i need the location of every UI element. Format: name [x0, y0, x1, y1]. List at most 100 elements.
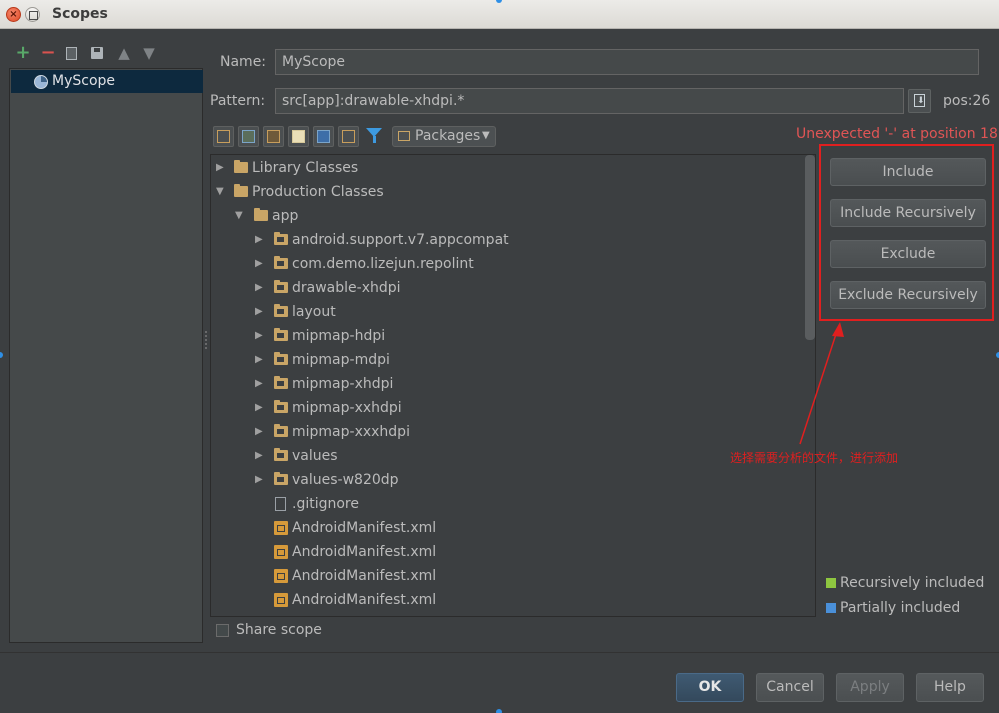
exclude-button[interactable]: Exclude [830, 240, 986, 268]
tree-row-package[interactable]: ▶ layout [211, 300, 801, 324]
partial-legend-swatch [826, 603, 836, 613]
show-modules-button[interactable] [238, 126, 259, 147]
package-folder-icon [274, 304, 288, 317]
expand-arrow-icon[interactable]: ▶ [255, 444, 265, 468]
tree-row-package[interactable]: ▶ com.demo.lizejun.repolint [211, 252, 801, 276]
tree-row-package[interactable]: ▶ values [211, 444, 801, 468]
save-scope-icon[interactable] [91, 47, 103, 59]
tree-row-package[interactable]: ▶ mipmap-hdpi [211, 324, 801, 348]
title-bar: × Scopes [0, 0, 999, 29]
package-folder-icon [274, 472, 288, 485]
splitter-handle[interactable] [204, 330, 208, 350]
tree-row-label: mipmap-xhdpi [292, 376, 394, 392]
package-folder-icon [274, 256, 288, 269]
pattern-label: Pattern: [210, 93, 266, 109]
scope-list: MyScope [9, 68, 203, 643]
chevron-down-icon: ▼ [482, 130, 490, 141]
maximize-window-button[interactable] [25, 7, 40, 22]
help-button[interactable]: Help [916, 673, 984, 702]
tree-row-file[interactable]: AndroidManifest.xml [211, 540, 801, 564]
tree-row-package[interactable]: ▶ mipmap-xxxhdpi [211, 420, 801, 444]
share-scope-checkbox[interactable] [216, 624, 229, 637]
collapse-arrow-icon[interactable]: ▼ [235, 204, 245, 228]
pattern-import-button[interactable]: ⬇ [908, 89, 931, 113]
expand-arrow-icon[interactable]: ▶ [255, 228, 265, 252]
tree-row-file[interactable]: AndroidManifest.xml [211, 516, 801, 540]
view-selector-dropdown[interactable]: Packages ▼ [392, 126, 496, 147]
xml-file-icon [274, 521, 288, 535]
tree-row-production-classes[interactable]: ▼ Production Classes [211, 180, 801, 204]
tree-row-file[interactable]: .gitignore [211, 492, 801, 516]
show-groups-button[interactable] [263, 126, 284, 147]
collapse-arrow-icon[interactable]: ▼ [216, 180, 226, 204]
compact-empty-middle-packages-button[interactable] [338, 126, 359, 147]
recursive-legend-swatch [826, 578, 836, 588]
tree-row-label: mipmap-xxxhdpi [292, 424, 410, 440]
expand-arrow-icon[interactable]: ▶ [255, 300, 265, 324]
include-button[interactable]: Include [830, 158, 986, 186]
tree-row-package[interactable]: ▶ mipmap-xhdpi [211, 372, 801, 396]
scope-list-item-myscope[interactable]: MyScope [11, 70, 203, 93]
tree-row-label: values-w820dp [292, 472, 399, 488]
expand-arrow-icon[interactable]: ▶ [255, 468, 265, 492]
tree-row-label: AndroidManifest.xml [292, 568, 437, 584]
expand-arrow-icon[interactable]: ▶ [255, 348, 265, 372]
scope-icon [34, 75, 48, 89]
package-folder-icon [274, 352, 288, 365]
tree-row-package[interactable]: ▶ mipmap-xxhdpi [211, 396, 801, 420]
show-files-button[interactable] [288, 126, 309, 147]
add-scope-icon[interactable]: + [15, 44, 31, 62]
folder-icon [234, 184, 248, 197]
packages-icon [398, 131, 410, 141]
tree-row-package[interactable]: ▶ mipmap-mdpi [211, 348, 801, 372]
expand-arrow-icon[interactable]: ▶ [255, 252, 265, 276]
module-folder-icon [254, 208, 268, 221]
annotation-text: 选择需要分析的文件，进行添加 [730, 451, 899, 465]
filter-icon-stem [373, 136, 376, 143]
share-scope-label: Share scope [236, 622, 322, 638]
name-label: Name: [220, 54, 267, 70]
expand-arrow-icon[interactable]: ▶ [255, 420, 265, 444]
tree-row-label: drawable-xhdpi [292, 280, 401, 296]
expand-arrow-icon[interactable]: ▶ [255, 324, 265, 348]
window-title: Scopes [52, 6, 108, 22]
apply-button[interactable]: Apply [836, 673, 904, 702]
tree-row-library-classes[interactable]: ▶ Library Classes [211, 156, 801, 180]
expand-arrow-icon[interactable]: ▶ [255, 372, 265, 396]
expand-arrow-icon[interactable]: ▶ [216, 156, 226, 180]
package-folder-icon [274, 232, 288, 245]
tree-row-file[interactable]: AndroidManifest.xml [211, 564, 801, 588]
ok-button[interactable]: OK [676, 673, 744, 702]
include-recursively-button[interactable]: Include Recursively [830, 199, 986, 227]
name-field[interactable]: MyScope [275, 49, 979, 75]
flatten-packages-button[interactable] [213, 126, 234, 147]
filter-legal-button[interactable] [313, 126, 334, 147]
tree-row-label: android.support.v7.appcompat [292, 232, 509, 248]
tree-row-package[interactable]: ▶ drawable-xhdpi [211, 276, 801, 300]
move-up-icon[interactable]: ▲ [116, 45, 132, 61]
tree-row-label: mipmap-hdpi [292, 328, 386, 344]
tree-scrollbar[interactable] [805, 155, 815, 340]
tree-row-package[interactable]: ▶ android.support.v7.appcompat [211, 228, 801, 252]
copy-scope-icon[interactable] [66, 47, 77, 60]
close-window-button[interactable]: × [6, 7, 21, 22]
annotation-arrow [799, 322, 844, 445]
tree-row-app[interactable]: ▼ app [211, 204, 801, 228]
remove-scope-icon[interactable]: − [40, 44, 56, 62]
recursive-legend-label: Recursively included [840, 575, 985, 591]
tree-row-label: app [272, 208, 299, 224]
exclude-recursively-button[interactable]: Exclude Recursively [830, 281, 986, 309]
tree-row-label: mipmap-xxhdpi [292, 400, 402, 416]
resize-handle-bottom[interactable] [496, 709, 502, 713]
xml-file-icon [274, 569, 288, 583]
text-file-icon [275, 497, 286, 511]
move-down-icon[interactable]: ▼ [141, 45, 157, 61]
tree-row-label: AndroidManifest.xml [292, 592, 437, 608]
tree-row-package[interactable]: ▶ values-w820dp [211, 468, 801, 492]
expand-arrow-icon[interactable]: ▶ [255, 276, 265, 300]
cancel-button[interactable]: Cancel [756, 673, 824, 702]
expand-arrow-icon[interactable]: ▶ [255, 396, 265, 420]
pattern-field[interactable]: src[app]:drawable-xhdpi.* [275, 88, 904, 114]
tree-row-file[interactable]: AndroidManifest.xml [211, 588, 801, 612]
resize-handle-left[interactable] [0, 352, 3, 358]
